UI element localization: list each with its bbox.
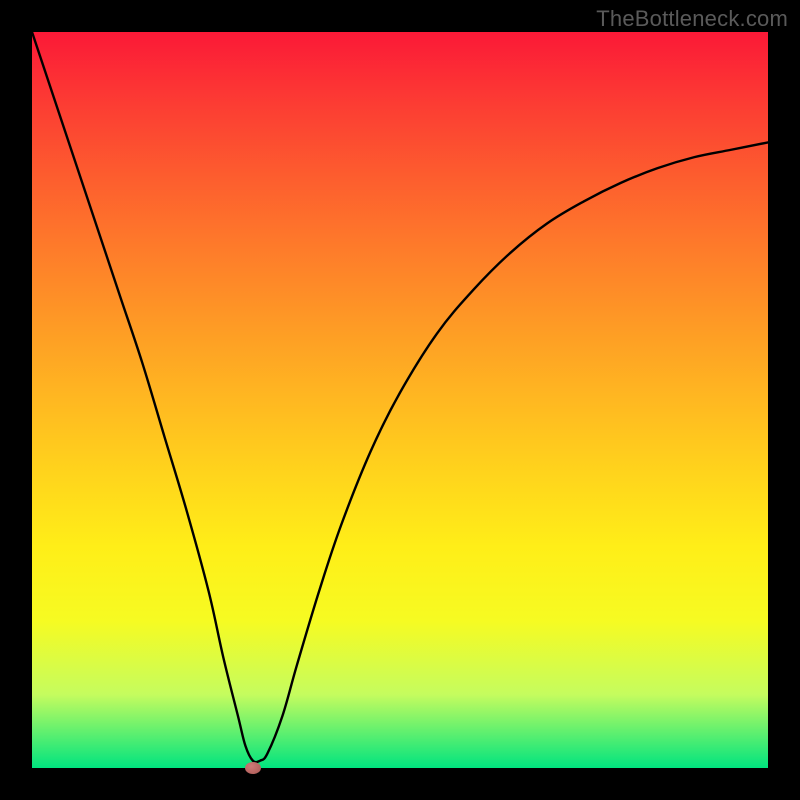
- bottleneck-curve: [32, 32, 768, 768]
- chart-frame: TheBottleneck.com: [0, 0, 800, 800]
- plot-area: [32, 32, 768, 768]
- attribution-text: TheBottleneck.com: [596, 6, 788, 32]
- curve-path: [32, 32, 768, 762]
- minimum-marker: [245, 762, 261, 774]
